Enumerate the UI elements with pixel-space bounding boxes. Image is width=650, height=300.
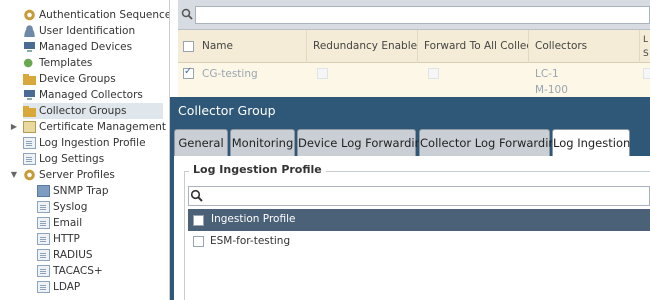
- document-icon: [37, 233, 50, 245]
- sidebar-item-snmp-trap[interactable]: SNMP Trap: [37, 183, 109, 199]
- sidebar-nav: Authentication Sequence User Identificat…: [0, 0, 170, 300]
- collapse-arrow-icon[interactable]: ▼: [10, 170, 18, 179]
- expand-arrow-icon[interactable]: ▶: [10, 122, 18, 131]
- document-icon: [37, 201, 50, 213]
- dialog-title: Collector Group: [178, 103, 276, 118]
- tab-collector-log-forwarding[interactable]: Collector Log Forwarding: [419, 129, 563, 156]
- sidebar-item-label: Authentication Sequence: [39, 9, 170, 21]
- column-header-redundancy[interactable]: Redundancy Enabled: [307, 30, 418, 63]
- sidebar-item-label: Log Settings: [39, 153, 105, 165]
- sidebar-item-label: User Identification: [39, 25, 136, 37]
- sidebar-item-label: Templates: [39, 57, 93, 69]
- profile-search-input[interactable]: [188, 186, 650, 206]
- sidebar-item-log-settings[interactable]: Log Settings: [23, 151, 104, 167]
- sidebar-item-device-groups[interactable]: Device Groups: [23, 71, 116, 87]
- monitor-icon: [23, 89, 36, 101]
- column-header-forward-all[interactable]: Forward To All Collectors: [418, 30, 529, 63]
- column-header-collectors[interactable]: Collectors: [529, 30, 640, 63]
- sidebar-item-user-identification[interactable]: User Identification: [23, 23, 135, 39]
- sidebar-item-managed-collectors[interactable]: Managed Collectors: [23, 87, 143, 103]
- sidebar-item-label: Certificate Management: [39, 121, 167, 133]
- document-icon: [37, 265, 50, 277]
- document-icon: [37, 217, 50, 229]
- collector-value: M-100: [535, 84, 568, 96]
- user-icon: [23, 25, 36, 37]
- gear-icon: [23, 169, 36, 181]
- tab-device-log-forwarding[interactable]: Device Log Forwarding: [297, 129, 429, 156]
- sidebar-item-certificate-management[interactable]: Certificate Management: [23, 119, 166, 135]
- sidebar-item-label: TACACS+: [53, 265, 103, 277]
- gear-icon: [23, 9, 36, 21]
- sidebar-item-http[interactable]: HTTP: [37, 231, 80, 247]
- sidebar-item-label: Managed Collectors: [39, 89, 143, 101]
- sidebar-item-label: Device Groups: [39, 73, 116, 85]
- redundancy-checkbox: [317, 68, 328, 79]
- sidebar-item-label: Managed Devices: [39, 41, 133, 53]
- row-checkbox[interactable]: [183, 66, 194, 79]
- grid-icon: [37, 185, 50, 197]
- sidebar-item-templates[interactable]: Templates: [23, 55, 92, 71]
- search-icon: [190, 189, 203, 202]
- sidebar-item-label: SNMP Trap: [53, 185, 109, 197]
- search-icon: [181, 8, 193, 20]
- column-header-truncated[interactable]: L S: [640, 30, 650, 63]
- document-icon: [23, 153, 36, 165]
- document-icon: [23, 137, 36, 149]
- monitor-icon: [23, 41, 36, 53]
- folder-icon: [23, 105, 36, 117]
- sidebar-item-ldap[interactable]: LDAP: [37, 279, 80, 295]
- sidebar-item-radius[interactable]: RADIUS: [37, 247, 93, 263]
- sidebar-item-label: Log Ingestion Profile: [39, 137, 146, 149]
- tab-monitoring[interactable]: Monitoring: [230, 129, 295, 156]
- template-icon: [23, 57, 36, 69]
- sidebar-item-syslog[interactable]: Syslog: [37, 199, 87, 215]
- sidebar-item-label: LDAP: [53, 281, 81, 293]
- sidebar-item-label: Collector Groups: [39, 105, 127, 117]
- row-name-link[interactable]: CG-testing: [202, 68, 258, 80]
- forward-all-checkbox: [428, 68, 439, 79]
- certificate-icon: [23, 121, 36, 133]
- sidebar-item-label: RADIUS: [53, 249, 93, 261]
- sidebar-item-label: Email: [53, 217, 83, 229]
- column-header-ingestion-profile[interactable]: Ingestion Profile: [211, 213, 295, 225]
- profile-row-checkbox[interactable]: [193, 236, 204, 247]
- sidebar-item-tacacs[interactable]: TACACS+: [37, 263, 103, 279]
- column-header-name[interactable]: Name: [196, 30, 307, 63]
- sidebar-item-log-ingestion-profile[interactable]: Log Ingestion Profile: [23, 135, 146, 151]
- select-all-checkbox[interactable]: [183, 41, 194, 52]
- tab-log-ingestion[interactable]: Log Ingestion: [552, 129, 630, 157]
- fieldset-legend: Log Ingestion Profile: [189, 163, 326, 176]
- filter-input[interactable]: [195, 6, 650, 24]
- profile-row-name[interactable]: ESM-for-testing: [210, 235, 290, 247]
- sidebar-item-authentication-sequence[interactable]: Authentication Sequence: [23, 7, 170, 23]
- sidebar-item-managed-devices[interactable]: Managed Devices: [23, 39, 132, 55]
- select-all-profiles-checkbox[interactable]: [193, 215, 204, 226]
- tab-general[interactable]: General: [174, 129, 228, 156]
- folder-icon: [23, 73, 36, 85]
- sidebar-item-email[interactable]: Email: [37, 215, 82, 231]
- document-icon: [37, 281, 50, 293]
- row-extra-checkbox: [643, 68, 650, 79]
- document-icon: [37, 249, 50, 261]
- sidebar-item-server-profiles[interactable]: Server Profiles: [23, 167, 115, 183]
- collector-value: LC-1: [535, 68, 559, 80]
- sidebar-item-collector-groups[interactable]: Collector Groups: [23, 103, 163, 119]
- sidebar-item-label: HTTP: [53, 233, 80, 245]
- sidebar-item-label: Server Profiles: [39, 169, 115, 181]
- sidebar-item-label: Syslog: [53, 201, 88, 213]
